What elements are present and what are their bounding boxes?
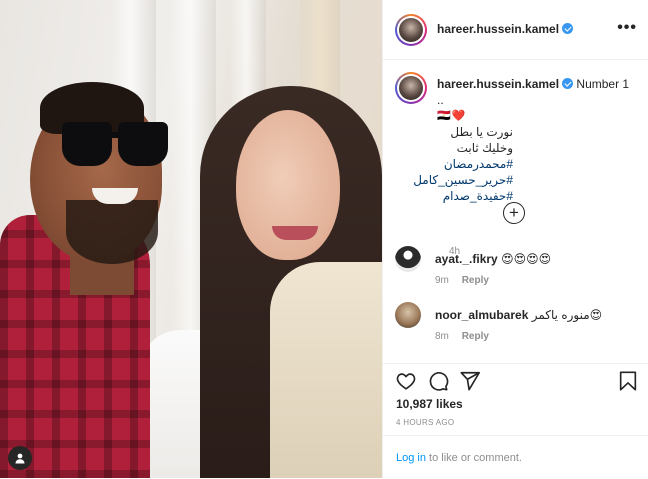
comment-username[interactable]: noor_almubarek <box>435 308 528 322</box>
verified-badge-icon <box>562 23 574 34</box>
post-photo[interactable] <box>0 0 382 478</box>
bookmark-icon[interactable] <box>617 370 639 392</box>
comment-icon[interactable] <box>427 370 449 392</box>
comment-time: 9m <box>435 275 449 286</box>
man-beard <box>66 200 158 264</box>
comment-meta: 9m Reply <box>435 275 489 286</box>
login-prompt: Log in to like or comment. <box>396 452 522 464</box>
caption-text: hareer.hussein.kamel Number 1 .. 🇪🇬❤️ نو… <box>413 76 637 204</box>
comments-section[interactable]: hareer.hussein.kamel Number 1 .. 🇪🇬❤️ نو… <box>383 60 648 363</box>
post-timestamp[interactable]: 4 HOURS AGO <box>396 418 454 427</box>
hashtag-link[interactable]: #محمدرمضان <box>437 156 513 172</box>
caption-emoji-line: 🇪🇬❤️ <box>437 110 467 122</box>
avatar-image <box>399 18 423 42</box>
instagram-post: hareer.hussein.kamel ••• hareer.hussein.… <box>0 0 648 478</box>
hashtag-link[interactable]: #حفيدة_صدام <box>437 188 513 204</box>
sunglasses-lens-right <box>118 122 168 166</box>
sunglasses <box>58 122 170 166</box>
header-username[interactable]: hareer.hussein.kamel <box>437 22 574 36</box>
reply-button[interactable]: Reply <box>462 331 489 342</box>
caption-username[interactable]: hareer.hussein.kamel <box>437 77 559 91</box>
avatar[interactable] <box>395 14 427 46</box>
comment-text: ayat._.fikry 😍😍😍😍 <box>435 252 551 266</box>
share-icon[interactable] <box>459 370 481 392</box>
user-tag-icon[interactable] <box>8 446 32 470</box>
login-link[interactable]: Log in <box>396 452 426 464</box>
caption-arabic-line: نورت يا بطل وخليك ثابت <box>450 125 513 155</box>
comment-time: 8m <box>435 331 449 342</box>
header-username-text[interactable]: hareer.hussein.kamel <box>437 22 559 36</box>
likes-count[interactable]: 10,987 likes <box>396 397 463 411</box>
reply-button[interactable]: Reply <box>462 275 489 286</box>
login-bar: Log in to like or comment. <box>383 435 648 479</box>
post-header: hareer.hussein.kamel ••• <box>383 0 648 60</box>
comment-meta: 8m Reply <box>435 331 489 342</box>
heart-icon[interactable] <box>395 370 417 392</box>
add-circle-icon[interactable]: + <box>503 202 525 224</box>
comment-text: noor_almubarek منوره ياكمر😍 <box>435 308 602 322</box>
comment-avatar[interactable] <box>395 302 421 328</box>
woman-smile <box>272 226 318 240</box>
more-options-icon[interactable]: ••• <box>617 19 637 37</box>
caption-avatar[interactable] <box>395 72 427 104</box>
comment-body: منوره ياكمر😍 <box>531 308 603 322</box>
verified-badge-icon <box>562 78 574 89</box>
hashtag-link[interactable]: #حرير_حسين_كامل <box>413 172 513 188</box>
avatar-image <box>399 76 423 100</box>
comment-avatar[interactable] <box>395 246 421 272</box>
comment-body: 😍😍😍😍 <box>501 252 552 266</box>
comment-username[interactable]: ayat._.fikry <box>435 252 498 266</box>
post-side-panel: hareer.hussein.kamel ••• hareer.hussein.… <box>382 0 648 478</box>
login-prompt-rest: to like or comment. <box>425 452 522 464</box>
post-actions: 10,987 likes 4 HOURS AGO <box>383 363 648 436</box>
sunglasses-lens-left <box>62 122 112 166</box>
woman-jacket <box>270 262 382 478</box>
